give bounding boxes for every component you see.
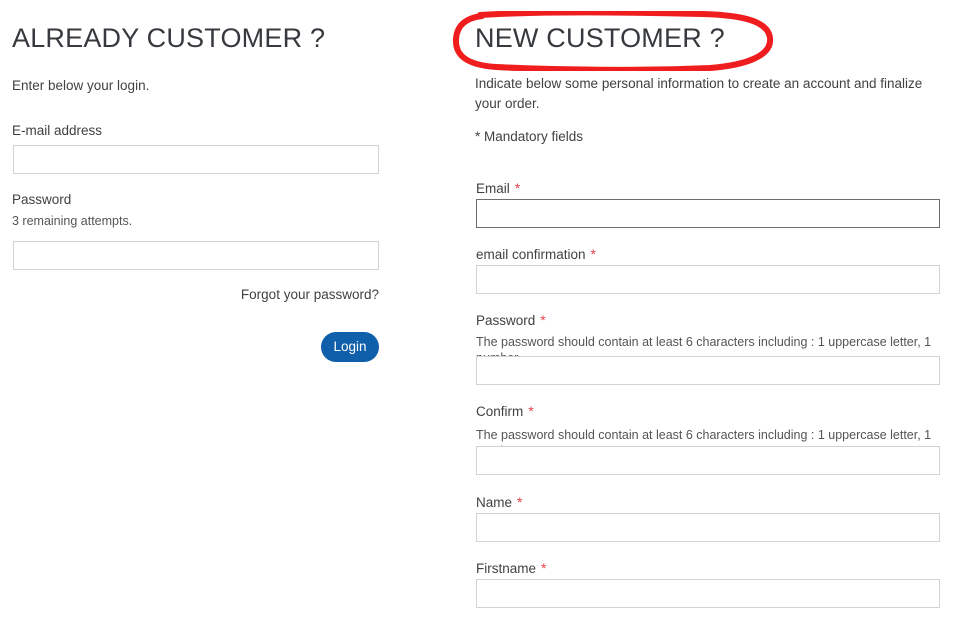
register-password-label: Password * — [476, 312, 546, 328]
register-email-label: Email * — [476, 180, 521, 196]
forgot-password-link[interactable]: Forgot your password? — [12, 287, 379, 302]
required-asterisk-icon: * — [541, 560, 547, 576]
new-customer-intro: Indicate below some personal information… — [475, 76, 923, 111]
required-asterisk-icon: * — [514, 180, 521, 196]
login-password-input[interactable] — [13, 241, 379, 270]
remaining-attempts-text: 3 remaining attempts. — [12, 214, 133, 228]
mandatory-fields-note: * Mandatory fields — [475, 129, 584, 144]
new-customer-heading: NEW CUSTOMER ? — [475, 23, 725, 53]
register-email-input[interactable] — [476, 199, 940, 228]
register-email-confirmation-input[interactable] — [476, 265, 940, 294]
register-firstname-input[interactable] — [476, 579, 940, 608]
register-confirm-input[interactable] — [476, 446, 940, 475]
register-email-confirmation-label: email confirmation * — [476, 246, 596, 262]
login-email-label: E-mail address — [12, 123, 103, 138]
required-asterisk-icon: * — [528, 403, 534, 419]
required-asterisk-icon: * — [540, 312, 546, 328]
register-password-input[interactable] — [476, 356, 940, 385]
required-asterisk-icon: * — [517, 494, 523, 510]
register-name-input[interactable] — [476, 513, 940, 542]
login-password-label: Password — [12, 192, 72, 207]
login-email-input[interactable] — [13, 145, 379, 174]
already-customer-heading: ALREADY CUSTOMER ? — [12, 23, 326, 53]
required-asterisk-icon: * — [590, 246, 596, 262]
login-button[interactable]: Login — [321, 332, 379, 362]
already-customer-intro: Enter below your login. — [12, 78, 150, 93]
register-confirm-label: Confirm * — [476, 403, 534, 419]
authentication-page: ALREADY CUSTOMER ? Enter below your logi… — [0, 0, 955, 617]
register-firstname-label: Firstname * — [476, 560, 547, 576]
register-name-label: Name * — [476, 494, 523, 510]
